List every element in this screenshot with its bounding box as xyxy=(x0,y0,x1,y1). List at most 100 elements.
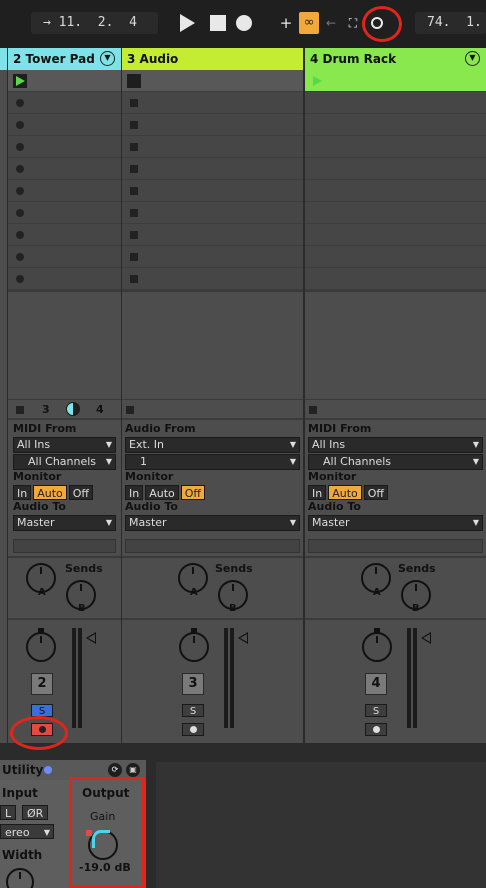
clip-slot[interactable] xyxy=(305,268,486,290)
phase-right-button[interactable]: ØR xyxy=(22,805,49,820)
clip-record-dot-icon[interactable] xyxy=(16,231,24,239)
clip-slot-square-icon[interactable] xyxy=(130,275,138,283)
clip-slot[interactable] xyxy=(8,202,121,224)
track-fold-icon[interactable]: ▼ xyxy=(465,51,480,66)
channel-mode-select[interactable]: ereo ▼ xyxy=(0,824,54,839)
clip-slot-square-icon[interactable] xyxy=(130,165,138,173)
monitor-off-button[interactable]: Off xyxy=(180,485,206,500)
clip-record-dot-icon[interactable] xyxy=(16,165,24,173)
clip-slot[interactable] xyxy=(122,70,303,92)
clip-stop-square-icon[interactable] xyxy=(127,74,141,88)
clip-slot[interactable] xyxy=(8,224,121,246)
clip-slot[interactable] xyxy=(305,114,486,136)
clip-record-dot-icon[interactable] xyxy=(16,253,24,261)
clip-slot[interactable] xyxy=(8,114,121,136)
audio-to-channel-bar[interactable] xyxy=(308,539,483,553)
record-icon[interactable] xyxy=(236,15,252,31)
monitor-off-button[interactable]: Off xyxy=(68,485,94,500)
clip-slot-square-icon[interactable] xyxy=(130,121,138,129)
audio-to-channel-bar[interactable] xyxy=(125,539,300,553)
clip-slot[interactable] xyxy=(122,180,303,202)
clip-slot[interactable] xyxy=(122,224,303,246)
device-title-bar[interactable]: Utility ⟳ ▣ xyxy=(0,760,146,780)
track-title[interactable]: 4 Drum Rack ▼ xyxy=(305,48,486,70)
clip-launch-icon[interactable] xyxy=(13,74,27,88)
io-channel-select[interactable]: All Channels xyxy=(308,454,483,470)
link-icon[interactable]: ∞ xyxy=(299,12,319,34)
clip-record-dot-icon[interactable] xyxy=(16,275,24,283)
volume-fader-arrow-icon[interactable] xyxy=(421,632,431,644)
clip-slot[interactable] xyxy=(122,114,303,136)
io-from-select[interactable]: All Ins xyxy=(308,437,483,453)
audio-to-select[interactable]: Master xyxy=(308,515,483,531)
clip-slot[interactable] xyxy=(122,92,303,114)
clip-slot[interactable] xyxy=(122,268,303,290)
monitor-off-button[interactable]: Off xyxy=(363,485,389,500)
clip-slot[interactable] xyxy=(305,92,486,114)
track-activator-button[interactable]: 4 xyxy=(365,673,387,695)
play-icon[interactable] xyxy=(180,14,195,32)
clip-record-dot-icon[interactable] xyxy=(16,99,24,107)
solo-button[interactable]: S xyxy=(365,704,387,717)
monitor-auto-button[interactable]: Auto xyxy=(328,485,362,500)
clip-slot[interactable] xyxy=(122,158,303,180)
monitor-in-button[interactable]: In xyxy=(308,485,327,500)
volume-fader-arrow-icon[interactable] xyxy=(86,632,96,644)
io-from-select[interactable]: All Ins xyxy=(13,437,116,453)
clip-slot[interactable] xyxy=(305,246,486,268)
overdub-add-icon[interactable]: + xyxy=(279,12,293,34)
gain-value[interactable]: -19.0 dB xyxy=(79,861,131,874)
track-activator-button[interactable]: 2 xyxy=(31,673,53,695)
clip-slot[interactable] xyxy=(8,92,121,114)
io-from-select[interactable]: Ext. In xyxy=(125,437,300,453)
stop-clips-icon[interactable] xyxy=(309,406,317,414)
io-channel-select[interactable]: All Channels xyxy=(13,454,116,470)
clip-record-dot-icon[interactable] xyxy=(16,143,24,151)
monitor-in-button[interactable]: In xyxy=(125,485,144,500)
clip-slot[interactable] xyxy=(8,268,121,290)
clip-slot[interactable] xyxy=(8,246,121,268)
clip-slot[interactable] xyxy=(122,246,303,268)
audio-to-select[interactable]: Master xyxy=(125,515,300,531)
clip-slot[interactable] xyxy=(8,136,121,158)
track-title[interactable]: 2 Tower Pad ▼ xyxy=(8,48,121,70)
clip-slot[interactable] xyxy=(305,158,486,180)
gain-knob[interactable] xyxy=(88,830,118,860)
clip-launch-icon[interactable] xyxy=(310,74,324,88)
tempo-display[interactable]: 74. 1. xyxy=(415,12,486,34)
clip-slot[interactable] xyxy=(305,224,486,246)
io-channel-select[interactable]: 1 xyxy=(125,454,300,470)
clip-slot[interactable] xyxy=(305,180,486,202)
pan-knob[interactable] xyxy=(179,632,209,662)
monitor-auto-button[interactable]: Auto xyxy=(33,485,67,500)
pan-knob[interactable] xyxy=(26,632,56,662)
clip-slot[interactable] xyxy=(8,180,121,202)
clip-slot[interactable] xyxy=(122,136,303,158)
clip-slot[interactable] xyxy=(305,202,486,224)
clip-slot-square-icon[interactable] xyxy=(130,99,138,107)
audio-to-channel-bar[interactable] xyxy=(13,539,116,553)
monitor-auto-button[interactable]: Auto xyxy=(145,485,179,500)
clip-record-dot-icon[interactable] xyxy=(16,209,24,217)
back-to-arrangement-icon[interactable]: ← xyxy=(324,12,338,34)
track-title[interactable]: 3 Audio xyxy=(122,48,303,70)
stop-clips-icon[interactable] xyxy=(16,406,24,414)
clip-slot-square-icon[interactable] xyxy=(130,143,138,151)
clip-slot[interactable] xyxy=(8,158,121,180)
solo-button[interactable]: S xyxy=(31,704,53,717)
stop-clips-icon[interactable] xyxy=(126,406,134,414)
audio-to-select[interactable]: Master xyxy=(13,515,116,531)
width-knob[interactable] xyxy=(6,868,34,888)
clip-slot-square-icon[interactable] xyxy=(130,187,138,195)
device-hotswap-icon[interactable] xyxy=(44,766,52,774)
clip-slot[interactable] xyxy=(305,70,486,92)
arm-button[interactable] xyxy=(182,723,204,736)
arm-button[interactable] xyxy=(31,723,53,736)
loop-icon[interactable] xyxy=(371,17,383,29)
clip-record-dot-icon[interactable] xyxy=(16,187,24,195)
device-save-icon[interactable]: ▣ xyxy=(126,763,140,777)
device-drop-area[interactable] xyxy=(156,762,486,888)
song-position-display[interactable]: → 11. 2. 4 xyxy=(31,12,158,34)
stop-icon[interactable] xyxy=(210,15,226,31)
device-reset-icon[interactable]: ⟳ xyxy=(108,763,122,777)
